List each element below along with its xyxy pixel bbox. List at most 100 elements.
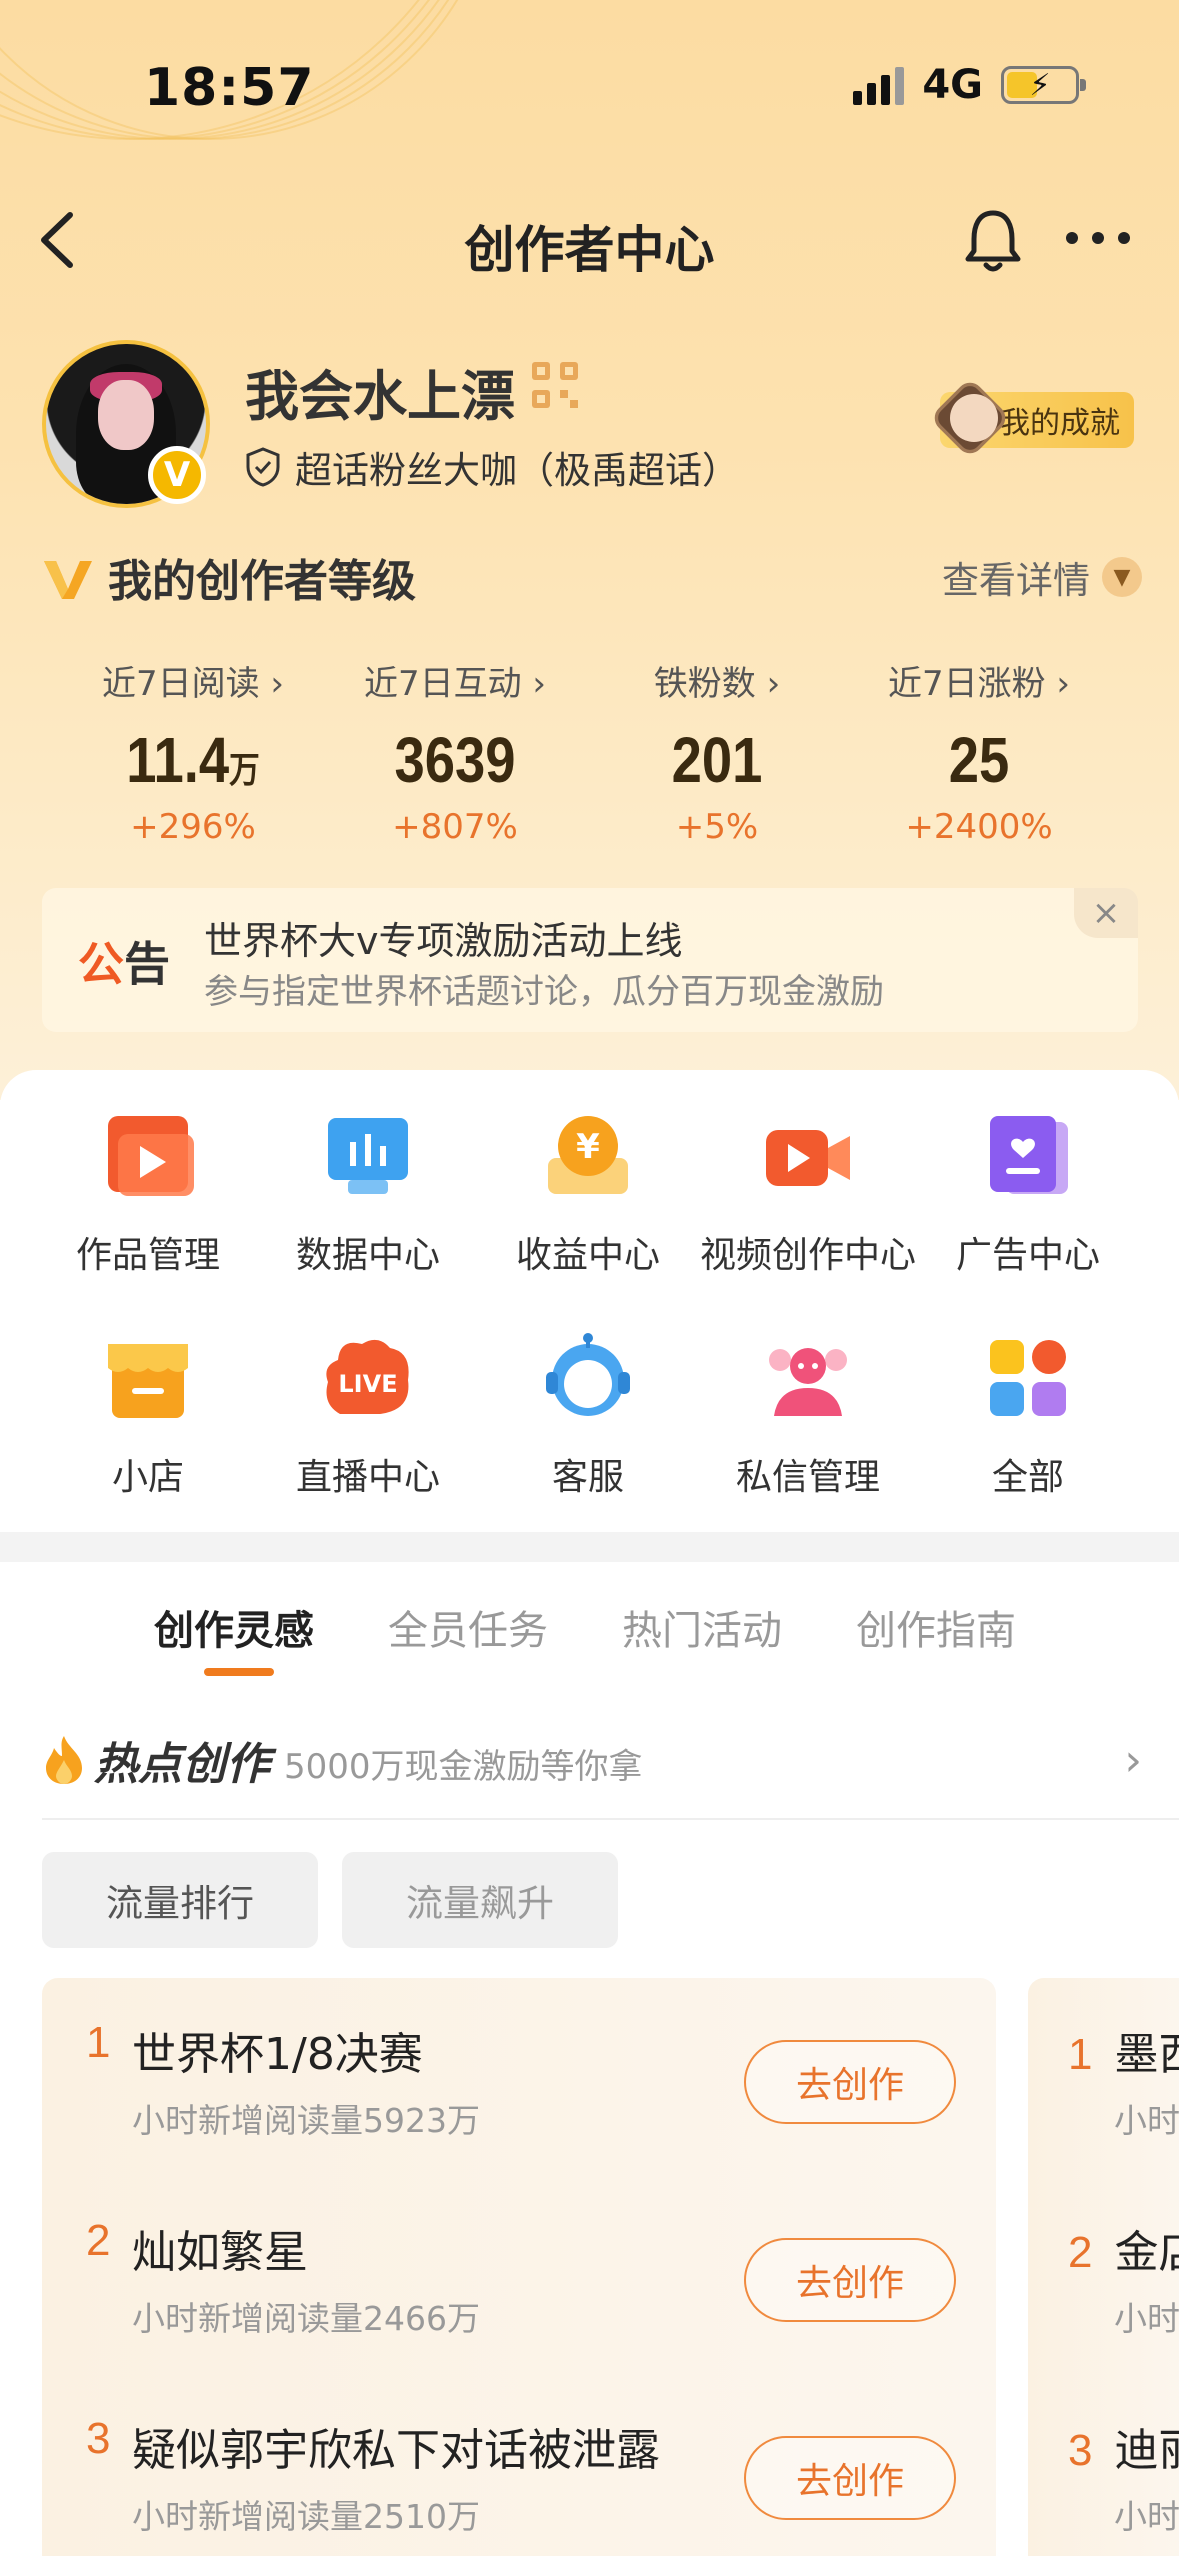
v-level-icon xyxy=(44,561,92,599)
username: 我会水上漂 xyxy=(245,365,515,428)
notice-badge-char: 告 xyxy=(124,937,170,991)
rank-subtitle: 小时 xyxy=(1114,2101,1179,2140)
grid-item-label: 小店 xyxy=(111,1457,184,1498)
fan-title[interactable]: 超话粉丝大咖（极禹超话） xyxy=(245,440,739,494)
svg-text:LIVE: LIVE xyxy=(338,1370,397,1398)
grid-item-ads[interactable]: 广告中心 xyxy=(918,1108,1138,1278)
stat-change: +296% xyxy=(130,807,256,847)
rank-subtitle: 小时新增阅读量2510万 xyxy=(132,2497,480,2536)
list-item[interactable]: 2 灿如繁星 小时新增阅读量2466万 去创作 xyxy=(42,2176,996,2356)
hot-ranking-list: 1 世界杯1/8决赛 小时新增阅读量5923万 去创作 2 灿如繁星 小时新增阅… xyxy=(42,1978,996,2556)
rank-number: 1 xyxy=(86,2018,111,2067)
notice-banner[interactable]: 公告 世界杯大v专项激励活动上线 参与指定世界杯话题讨论，瓜分百万现金激励 × xyxy=(42,888,1138,1032)
chevron-right-icon: › xyxy=(532,664,547,704)
qr-code-icon[interactable] xyxy=(532,362,578,408)
grid-item-label: 作品管理 xyxy=(75,1235,220,1276)
status-time: 18:57 xyxy=(144,58,315,118)
grid-item-all[interactable]: 全部 xyxy=(918,1330,1138,1500)
divider-line xyxy=(42,1818,1179,1820)
hot-creation-header[interactable]: 热点创作 5000万现金激励等你拿 › xyxy=(42,1728,1142,1792)
customer-service-icon xyxy=(540,1330,636,1426)
chip-traffic-rising[interactable]: 流量飙升 xyxy=(342,1852,618,1948)
close-icon[interactable]: × xyxy=(1074,888,1138,938)
rank-subtitle: 小时 xyxy=(1114,2299,1179,2338)
hot-creation-subtitle: 5000万现金激励等你拿 xyxy=(284,1746,643,1787)
grid-item-label: 私信管理 xyxy=(735,1457,880,1498)
hot-creation-title: 热点创作 xyxy=(94,1739,270,1790)
grid-item-video[interactable]: 视频创作中心 xyxy=(698,1108,918,1278)
stat-value: 201 xyxy=(671,724,763,796)
more-icon[interactable] xyxy=(1066,232,1130,244)
grid-item-data[interactable]: 数据中心 xyxy=(258,1108,478,1278)
stat-interaction[interactable]: 近7日互动 › 3639 +807% xyxy=(324,656,586,847)
tab-events[interactable]: 热门活动 xyxy=(622,1598,782,1656)
rank-subtitle: 小时新增阅读量2466万 xyxy=(132,2299,480,2338)
tab-guide[interactable]: 创作指南 xyxy=(856,1598,1016,1656)
stat-value: 25 xyxy=(948,724,1010,796)
chevron-right-icon: › xyxy=(1056,664,1071,704)
grid-item-label: 广告中心 xyxy=(955,1235,1100,1276)
stat-label: 近7日涨粉 xyxy=(887,664,1046,704)
grid-item-label: 视频创作中心 xyxy=(699,1235,916,1276)
tab-underline xyxy=(204,1668,274,1676)
grid-item-income[interactable]: ¥ 收益中心 xyxy=(478,1108,698,1278)
rank-title: 灿如繁星 xyxy=(132,2227,308,2278)
stat-read[interactable]: 近7日阅读 › 11.4万 +296% xyxy=(62,656,324,847)
create-button[interactable]: 去创作 xyxy=(744,2040,956,2124)
create-button[interactable]: 去创作 xyxy=(744,2436,956,2520)
tools-card: 作品管理 数据中心 ¥ 收益中心 视频创作中心 广告中心 小店 LIVE 直播中… xyxy=(0,1070,1179,1530)
stat-label: 近7日阅读 xyxy=(101,664,260,704)
rank-number: 2 xyxy=(1068,2228,1093,2277)
live-icon: LIVE xyxy=(320,1330,416,1426)
chevron-right-icon: › xyxy=(766,664,781,704)
section-divider xyxy=(0,1532,1179,1562)
stat-value: 11.4 xyxy=(126,724,230,796)
list-item[interactable]: 3 疑似郭宇欣私下对话被泄露 小时新增阅读量2510万 去创作 xyxy=(42,2374,996,2554)
stat-iron-fans[interactable]: 铁粉数 › 201 +5% xyxy=(586,656,848,847)
chevron-right-icon: › xyxy=(270,664,285,704)
verified-badge-icon: V xyxy=(148,446,206,504)
network-type: 4G xyxy=(922,62,983,108)
ad-heart-icon xyxy=(980,1108,1076,1204)
grid-item-service[interactable]: 客服 xyxy=(478,1330,698,1500)
rank-number: 1 xyxy=(1068,2030,1093,2079)
stat-label: 铁粉数 xyxy=(653,664,756,704)
grid-item-messages[interactable]: 私信管理 xyxy=(698,1330,918,1500)
notice-title: 世界杯大v专项激励活动上线 xyxy=(204,919,683,963)
rank-number: 3 xyxy=(86,2414,111,2463)
grid-item-works[interactable]: 作品管理 xyxy=(38,1108,258,1278)
svg-text:¥: ¥ xyxy=(576,1127,600,1167)
stat-new-fans[interactable]: 近7日涨粉 › 25 +2400% xyxy=(848,656,1110,847)
view-detail-link[interactable]: 查看详情 ▼ xyxy=(942,550,1142,604)
grid-item-label: 收益中心 xyxy=(515,1235,660,1276)
rank-subtitle: 小时 xyxy=(1114,2497,1179,2536)
rank-number: 3 xyxy=(1068,2426,1093,2475)
grid-item-label: 全部 xyxy=(991,1457,1064,1498)
view-detail-label: 查看详情 xyxy=(942,559,1090,602)
chart-screen-icon xyxy=(320,1108,416,1204)
rank-title: 墨西 xyxy=(1114,2029,1179,2080)
create-button[interactable]: 去创作 xyxy=(744,2238,956,2322)
list-item[interactable]: 1 世界杯1/8决赛 小时新增阅读量5923万 去创作 xyxy=(42,1978,996,2158)
grid-item-label: 数据中心 xyxy=(295,1235,440,1276)
rank-subtitle: 小时新增阅读量5923万 xyxy=(132,2101,480,2140)
grid-item-label: 直播中心 xyxy=(295,1457,440,1498)
video-camera-icon xyxy=(760,1108,856,1204)
achievement-label: 我的成就 xyxy=(1000,406,1120,441)
bell-icon[interactable] xyxy=(960,205,1026,275)
stat-value: 3639 xyxy=(394,724,516,796)
rank-title: 疑似郭宇欣私下对话被泄露 xyxy=(132,2425,660,2476)
tab-inspiration[interactable]: 创作灵感 xyxy=(154,1598,314,1656)
chip-traffic-rank[interactable]: 流量排行 xyxy=(42,1852,318,1948)
tab-tasks[interactable]: 全员任务 xyxy=(388,1598,548,1656)
stat-unit: 万 xyxy=(229,749,260,790)
achievement-button[interactable]: 我的成就 xyxy=(929,377,1134,459)
peek-item: 1 墨西 xyxy=(1068,2018,1179,2082)
peek-item: 3 迪丽 xyxy=(1068,2414,1179,2478)
rank-title: 世界杯1/8决赛 xyxy=(132,2029,423,2080)
stat-change: +2400% xyxy=(905,807,1053,847)
flame-icon xyxy=(46,1736,82,1784)
grid-item-live[interactable]: LIVE 直播中心 xyxy=(258,1330,478,1500)
grid-item-shop[interactable]: 小店 xyxy=(38,1330,258,1500)
grid-item-label: 客服 xyxy=(551,1457,624,1498)
